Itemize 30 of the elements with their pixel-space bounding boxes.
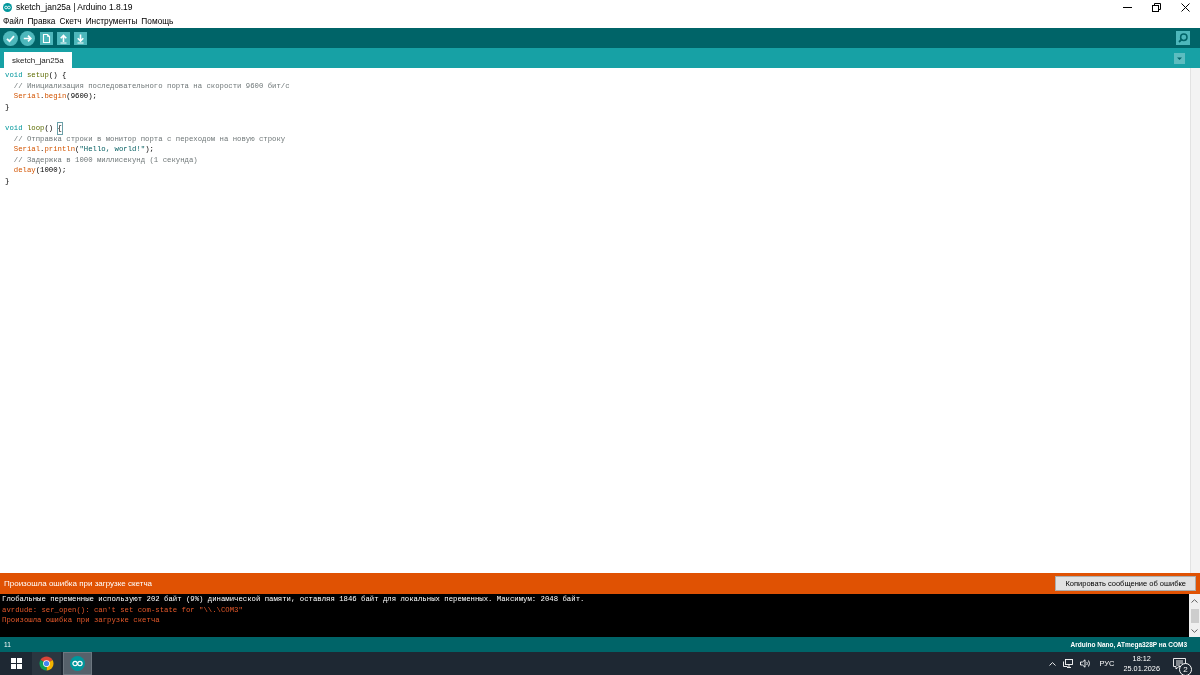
speech-bubble-icon[interactable]	[1173, 657, 1186, 670]
scrollbar[interactable]	[1189, 594, 1200, 637]
minimize-icon[interactable]	[1123, 6, 1132, 8]
menu-item[interactable]: Правка	[25, 16, 58, 26]
error-message: Произошла ошибка при загрузке скетча	[4, 579, 153, 588]
speaker-icon[interactable]	[1080, 659, 1092, 668]
four-squares-icon[interactable]	[10, 658, 22, 669]
check-icon[interactable]	[3, 30, 18, 46]
scrollbar-thumb[interactable]	[1190, 609, 1199, 623]
arrow-right-icon[interactable]	[20, 30, 35, 46]
search-icon[interactable]	[1176, 31, 1190, 45]
monitor-icon[interactable]	[1063, 659, 1074, 668]
infinity-logo-icon	[70, 656, 85, 671]
menu-item[interactable]: Помощь	[139, 16, 176, 26]
scrollbar-track[interactable]	[1190, 68, 1200, 573]
menu-item[interactable]: Скетч	[57, 16, 84, 26]
notification-count: 2	[1179, 662, 1192, 675]
restore-icon[interactable]	[1152, 2, 1161, 12]
taskbar-app-button[interactable]	[32, 652, 61, 675]
menu-item[interactable]: Файл	[1, 16, 26, 26]
editor-tab[interactable]: sketch_jan25a	[4, 52, 72, 68]
menu-item[interactable]: Инструменты	[83, 16, 140, 26]
caret-down-icon[interactable]	[1191, 629, 1198, 633]
window-title: sketch_jan25a | Arduino 1.8.19	[16, 2, 133, 12]
circle-logo-icon	[39, 656, 54, 671]
taskbar-app-button[interactable]	[63, 652, 92, 675]
document-icon[interactable]	[40, 31, 53, 45]
close-icon[interactable]	[1181, 2, 1190, 12]
arrow-up-icon[interactable]	[57, 31, 70, 45]
arrow-down-icon[interactable]	[74, 31, 87, 45]
